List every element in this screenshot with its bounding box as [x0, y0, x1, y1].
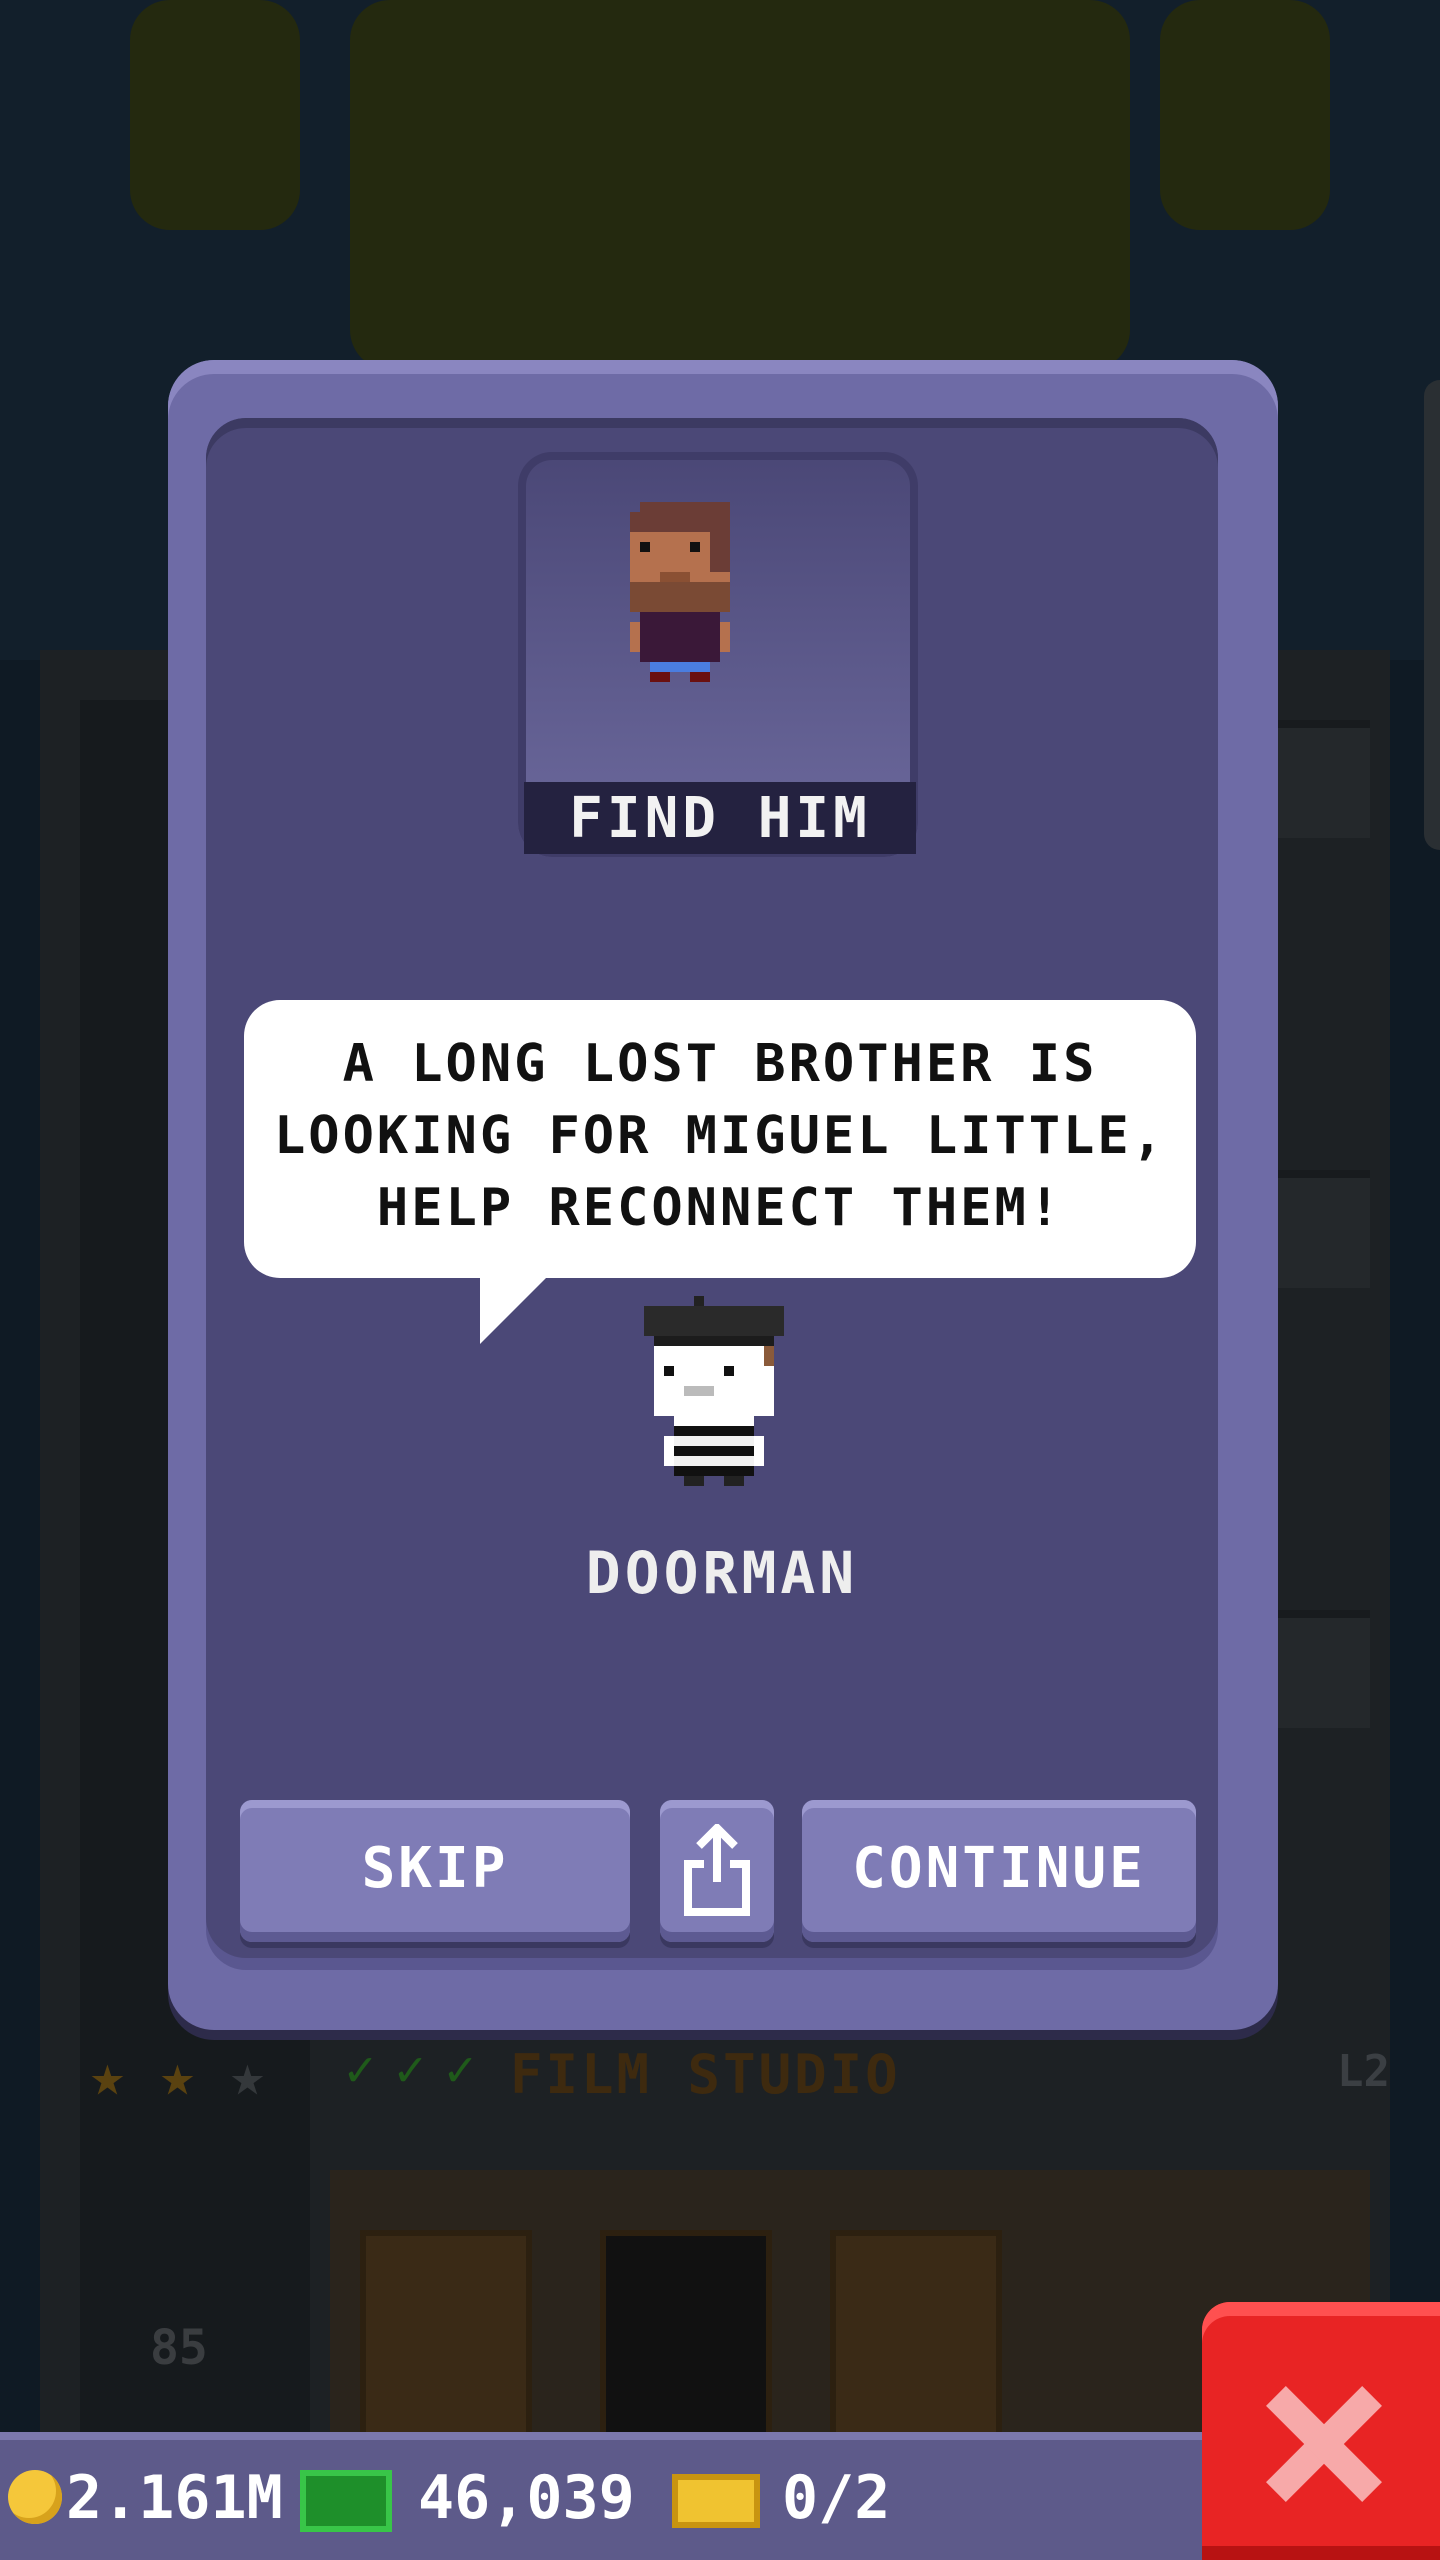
ticket-counter: 0/2 — [782, 2463, 891, 2533]
check-icon: ✓ — [345, 2040, 376, 2098]
close-icon — [1262, 2384, 1382, 2504]
floor-level: L2 — [1337, 2046, 1390, 2097]
star-icon: ★ — [160, 2041, 195, 2109]
bitizen-portrait — [630, 502, 730, 682]
doorman-sprite — [644, 1296, 784, 1486]
tree-right — [1160, 0, 1330, 230]
side-tab — [1424, 380, 1440, 850]
coin-icon — [8, 2470, 62, 2524]
speech-line: HELP RECONNECT THEM! — [376, 1178, 1064, 1238]
speech-line: LOOKING FOR MIGUEL LITTLE, — [274, 1106, 1166, 1166]
door — [360, 2230, 532, 2452]
tree-center — [350, 0, 1130, 370]
speech-line: A LONG LOST BROTHER IS — [342, 1034, 1098, 1094]
check-icon: ✓ — [395, 2040, 426, 2098]
star-icon: ★ — [230, 2041, 265, 2109]
share-button[interactable] — [660, 1800, 774, 1942]
golden-ticket-icon — [672, 2474, 760, 2528]
bux-icon — [300, 2470, 392, 2532]
floor-name: FILM STUDIO — [510, 2043, 901, 2106]
star-icon: ★ — [90, 2041, 125, 2109]
continue-button[interactable]: CONTINUE — [802, 1800, 1196, 1942]
door — [600, 2230, 772, 2452]
speaker-name: DOORMAN — [585, 1539, 859, 1607]
coins-counter: 2.161M — [66, 2463, 283, 2533]
floor-header-row: ★ ★ ★ ✓ ✓ ✓ FILM STUDIO — [90, 2040, 1390, 2110]
bux-counter: 46,039 — [418, 2463, 635, 2533]
check-icon: ✓ — [445, 2040, 476, 2098]
floor-number: 85 — [150, 2320, 208, 2376]
tree-left — [130, 0, 300, 230]
door — [830, 2230, 1002, 2452]
share-icon — [684, 1824, 750, 1916]
portrait-caption: FIND HIM — [524, 782, 916, 854]
close-button[interactable] — [1202, 2302, 1440, 2560]
speech-bubble: A LONG LOST BROTHER IS LOOKING FOR MIGUE… — [244, 1000, 1196, 1278]
speech-bubble-tail — [480, 1274, 550, 1344]
skip-button[interactable]: SKIP — [240, 1800, 630, 1942]
